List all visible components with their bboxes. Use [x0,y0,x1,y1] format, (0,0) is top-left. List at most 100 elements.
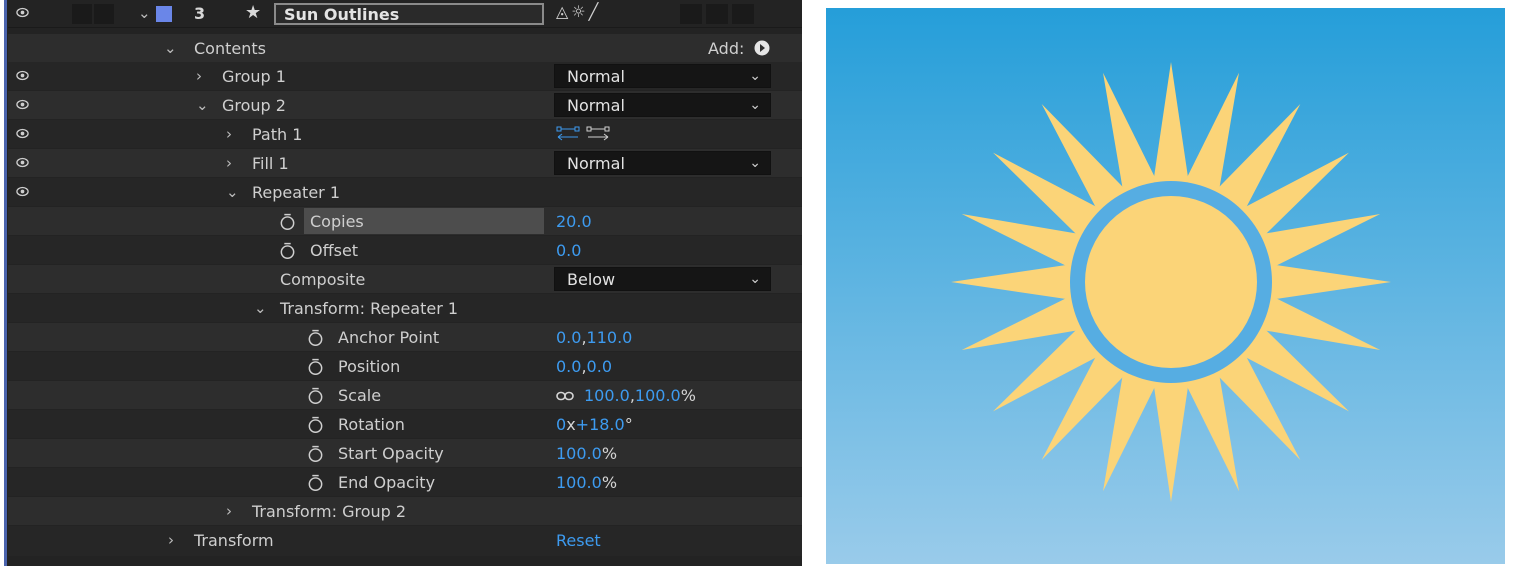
sun-ray [951,262,1084,302]
stopwatch-icon[interactable] [279,242,296,259]
scale-x[interactable]: 100.0 [584,386,630,405]
scale-row[interactable]: Scale 100.0,100.0% [8,381,802,409]
audio-switch[interactable] [72,4,92,24]
fill1-row[interactable]: › Fill 1 Normal ⌄ [8,149,802,177]
composite-dropdown[interactable]: Below ⌄ [554,267,771,291]
solo-switch[interactable] [94,4,114,24]
group1-row[interactable]: › Group 1 Normal ⌄ [8,62,802,90]
end-opacity-number[interactable]: 100.0 [556,473,602,492]
end-opacity-row[interactable]: End Opacity 100.0% [8,468,802,496]
eye-icon[interactable] [16,127,29,140]
twirl-down-icon[interactable]: ⌄ [226,183,239,201]
stopwatch-icon[interactable] [307,474,324,491]
twirl-right-icon[interactable]: › [196,67,202,85]
start-opacity-value[interactable]: 100.0% [556,444,617,463]
position-value[interactable]: 0.0,0.0 [556,357,612,376]
add-label[interactable]: Add: [708,39,744,58]
fill1-blend-mode-dropdown[interactable]: Normal ⌄ [554,151,771,175]
fx-switch[interactable] [680,4,702,24]
selected-layer-bar [4,0,7,566]
offset-row[interactable]: Offset 0.0 [8,236,802,264]
eye-icon[interactable] [16,156,29,169]
chevron-down-icon: ⌄ [749,155,761,171]
start-opacity-label: Start Opacity [338,444,444,463]
label-color-swatch[interactable] [156,6,172,22]
scale-unit: % [680,386,696,405]
start-opacity-row[interactable]: Start Opacity 100.0% [8,439,802,467]
anchor-point-row[interactable]: Anchor Point 0.0,110.0 [8,323,802,351]
constrain-proportions-link-icon[interactable] [556,391,574,401]
offset-label: Offset [310,241,359,260]
adjustment-switch[interactable] [732,4,754,24]
copies-value[interactable]: 20.0 [556,212,592,231]
offset-value[interactable]: 0.0 [556,241,581,260]
eye-icon[interactable] [16,98,29,111]
group2-blend-mode-dropdown[interactable]: Normal ⌄ [554,93,771,117]
rotation-turns[interactable]: 0 [556,415,566,434]
contents-row[interactable]: ⌄ Contents Add: [8,34,802,62]
rotation-value[interactable]: 0x+18.0° [556,415,633,434]
anchor-x[interactable]: 0.0 [556,328,581,347]
motion-blur-switch[interactable] [706,4,728,24]
twirl-down-icon[interactable]: ⌄ [196,96,209,114]
composite-row[interactable]: Composite Below ⌄ [8,265,802,293]
layer-name-field[interactable]: Sun Outlines [274,3,544,25]
blend-mode-value: Normal [567,154,625,173]
blend-mode-value: Normal [567,96,625,115]
stopwatch-icon[interactable] [307,358,324,375]
path-direction-reverse-icon[interactable] [556,126,580,142]
sun-ray [1258,262,1391,302]
layer-twirl-down-icon[interactable]: ⌄ [138,4,151,22]
path-direction-forward-icon[interactable] [586,126,610,142]
rotation-degrees[interactable]: +18.0 [576,415,625,434]
eye-icon[interactable] [16,185,29,198]
stopwatch-icon[interactable] [307,416,324,433]
position-y[interactable]: 0.0 [587,357,612,376]
position-x[interactable]: 0.0 [556,357,581,376]
stopwatch-icon[interactable] [307,329,324,346]
reset-link[interactable]: Reset [556,531,601,550]
chevron-down-icon: ⌄ [749,97,761,113]
layer-row[interactable]: ⌄ 3 ★ Sun Outlines ◬☼╱ [8,0,802,28]
anchor-y[interactable]: 110.0 [587,328,633,347]
stopwatch-icon[interactable] [307,445,324,462]
layer-name: Sun Outlines [284,5,400,24]
twirl-down-icon[interactable]: ⌄ [164,39,177,57]
twirl-right-icon[interactable]: › [168,531,174,549]
end-opacity-value[interactable]: 100.0% [556,473,617,492]
copies-row[interactable]: Copies 20.0 [8,207,802,235]
chevron-down-icon: ⌄ [749,68,761,84]
twirl-right-icon[interactable]: › [226,125,232,143]
transform-row[interactable]: › Transform Reset [8,526,802,556]
add-menu-icon[interactable] [754,40,770,56]
rotation-unit: ° [624,415,633,434]
composition-preview [826,8,1505,564]
stopwatch-icon[interactable] [279,213,296,230]
path1-row[interactable]: › Path 1 [8,120,802,148]
layer-switches-icons[interactable]: ◬☼╱ [556,2,601,21]
start-opacity-number[interactable]: 100.0 [556,444,602,463]
sun-ray [1151,62,1191,195]
stopwatch-icon[interactable] [307,387,324,404]
transform-group2-row[interactable]: › Transform: Group 2 [8,497,802,525]
group2-row[interactable]: ⌄ Group 2 Normal ⌄ [8,91,802,119]
percent-unit: % [601,444,618,463]
group1-blend-mode-dropdown[interactable]: Normal ⌄ [554,64,771,88]
twirl-right-icon[interactable]: › [226,154,232,172]
twirl-down-icon[interactable]: ⌄ [254,299,267,317]
repeater1-row[interactable]: ⌄ Repeater 1 [8,178,802,206]
scale-value[interactable]: 100.0,100.0% [584,386,696,405]
anchor-point-label: Anchor Point [338,328,440,347]
position-row[interactable]: Position 0.0,0.0 [8,352,802,380]
scale-y[interactable]: 100.0 [635,386,681,405]
rotation-row[interactable]: Rotation 0x+18.0° [8,410,802,438]
twirl-right-icon[interactable]: › [226,502,232,520]
anchor-point-value[interactable]: 0.0,110.0 [556,328,632,347]
contents-label: Contents [194,39,266,58]
transform-repeater1-row[interactable]: ⌄ Transform: Repeater 1 [8,294,802,322]
group2-label: Group 2 [222,96,286,115]
rotation-separator: x [566,415,576,434]
copies-label: Copies [310,212,364,231]
eye-icon[interactable] [16,69,29,82]
eye-icon[interactable] [16,6,29,19]
